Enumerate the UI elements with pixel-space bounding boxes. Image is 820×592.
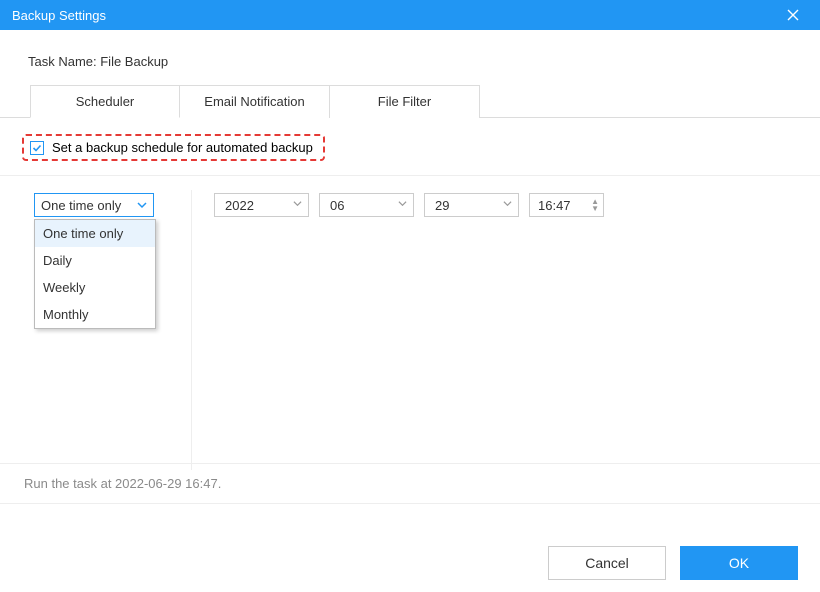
schedule-checkbox-row: Set a backup schedule for automated back…: [0, 118, 820, 176]
close-icon: [787, 9, 799, 21]
frequency-option-one-time[interactable]: One time only: [35, 220, 155, 247]
tab-email-notification[interactable]: Email Notification: [180, 85, 330, 118]
cancel-button[interactable]: Cancel: [548, 546, 666, 580]
tab-scheduler[interactable]: Scheduler: [30, 85, 180, 118]
tab-file-filter[interactable]: File Filter: [330, 85, 480, 118]
chevron-down-icon: [398, 199, 407, 211]
spinner-arrows-icon: ▲▼: [591, 198, 599, 212]
close-button[interactable]: [778, 0, 808, 30]
day-value: 29: [435, 198, 449, 213]
chevron-down-icon: [293, 199, 302, 211]
frequency-option-weekly[interactable]: Weekly: [35, 274, 155, 301]
time-spinner[interactable]: 16:47 ▲▼: [529, 193, 604, 217]
chevron-down-icon: [503, 199, 512, 211]
window-title: Backup Settings: [12, 8, 106, 23]
datetime-column: 2022 06 29 16:47 ▲▼: [192, 190, 604, 470]
checkmark-icon: [32, 143, 42, 153]
day-select[interactable]: 29: [424, 193, 519, 217]
schedule-checkbox-label: Set a backup schedule for automated back…: [52, 140, 313, 155]
frequency-dropdown: One time only Daily Weekly Monthly: [34, 219, 156, 329]
dialog-footer: Cancel OK: [548, 546, 798, 580]
month-select[interactable]: 06: [319, 193, 414, 217]
status-text: Run the task at 2022-06-29 16:47.: [0, 463, 820, 504]
frequency-select[interactable]: One time only: [34, 193, 154, 217]
frequency-option-monthly[interactable]: Monthly: [35, 301, 155, 328]
year-select[interactable]: 2022: [214, 193, 309, 217]
frequency-option-daily[interactable]: Daily: [35, 247, 155, 274]
time-value: 16:47: [538, 198, 571, 213]
schedule-checkbox[interactable]: [30, 141, 44, 155]
tab-bar: Scheduler Email Notification File Filter: [0, 85, 820, 118]
title-bar: Backup Settings: [0, 0, 820, 30]
frequency-column: One time only One time only Daily Weekly…: [22, 190, 192, 470]
schedule-checkbox-highlight: Set a backup schedule for automated back…: [22, 134, 325, 161]
ok-button[interactable]: OK: [680, 546, 798, 580]
schedule-body: One time only One time only Daily Weekly…: [0, 176, 820, 470]
chevron-down-icon: [137, 198, 147, 213]
year-value: 2022: [225, 198, 254, 213]
dialog-content: Task Name: File Backup Scheduler Email N…: [0, 30, 820, 592]
frequency-select-value: One time only: [41, 198, 121, 213]
month-value: 06: [330, 198, 344, 213]
task-name-label: Task Name: File Backup: [0, 30, 820, 85]
